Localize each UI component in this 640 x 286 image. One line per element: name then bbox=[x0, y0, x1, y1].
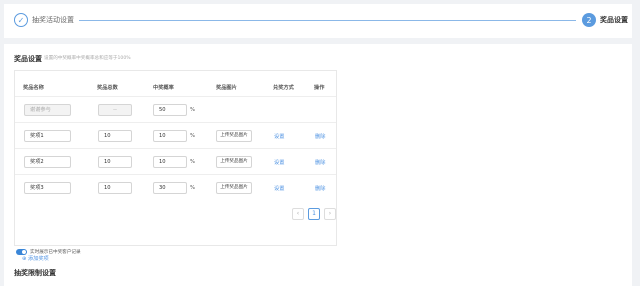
prize-total-input[interactable]: 10 bbox=[98, 182, 132, 194]
percent-label: % bbox=[190, 133, 195, 139]
percent-label: % bbox=[190, 185, 195, 191]
setting-link[interactable]: 设置 bbox=[274, 185, 284, 192]
main-panel: 奖品设置 设置的中奖概率中奖概率总和应等于100% 奖品名称 奖品总数 中奖概率… bbox=[4, 44, 632, 286]
prize-name-input[interactable]: 奖项1 bbox=[24, 130, 71, 142]
section-description: 设置的中奖概率中奖概率总和应等于100% bbox=[44, 56, 131, 61]
col-header-total: 奖品总数 bbox=[97, 85, 118, 91]
upload-image-button[interactable]: 上传奖品图片 bbox=[216, 182, 252, 194]
pagination-prev[interactable]: ‹ bbox=[292, 208, 304, 220]
probability-input[interactable]: 10 bbox=[153, 156, 187, 168]
step-2-number: 2 bbox=[582, 13, 596, 27]
check-icon: ✓ bbox=[14, 13, 28, 27]
prize-total-input[interactable]: -- bbox=[98, 104, 132, 116]
pagination-next[interactable]: › bbox=[324, 208, 336, 220]
table-row-default: 谢谢参与 -- 50 % bbox=[15, 96, 336, 122]
section-title: 奖品设置 bbox=[14, 55, 42, 63]
probability-input[interactable]: 10 bbox=[153, 130, 187, 142]
prize-total-input[interactable]: 10 bbox=[98, 156, 132, 168]
probability-input[interactable]: 50 bbox=[153, 104, 187, 116]
col-header-name: 奖品名称 bbox=[23, 85, 44, 91]
prize-name-input[interactable]: 谢谢参与 bbox=[24, 104, 71, 116]
toggle-label: 实时展示已中奖客户记录 bbox=[30, 250, 81, 255]
prize-name-input[interactable]: 奖项3 bbox=[24, 182, 71, 194]
setting-link[interactable]: 设置 bbox=[274, 133, 284, 140]
table-row: 奖项1 10 10 % 上传奖品图片 设置 删除 bbox=[15, 122, 336, 148]
limit-section-title: 抽奖限制设置 bbox=[14, 269, 56, 277]
steps-bar: ✓ 抽奖活动设置 2 奖品设置 bbox=[4, 4, 632, 38]
prize-total-input[interactable]: 10 bbox=[98, 130, 132, 142]
realtime-record-toggle[interactable] bbox=[16, 249, 27, 255]
upload-image-button[interactable]: 上传奖品图片 bbox=[216, 156, 252, 168]
setting-link[interactable]: 设置 bbox=[274, 159, 284, 166]
step-1-label: 抽奖活动设置 bbox=[32, 16, 74, 24]
delete-link[interactable]: 删除 bbox=[315, 159, 325, 166]
upload-image-button[interactable]: 上传奖品图片 bbox=[216, 130, 252, 142]
add-prize-link[interactable]: ⊕ 添加奖项 bbox=[22, 255, 49, 262]
table-row: 奖项2 10 10 % 上传奖品图片 设置 删除 bbox=[15, 148, 336, 174]
table-row: 奖项3 10 30 % 上传奖品图片 设置 删除 bbox=[15, 174, 336, 200]
step-connector bbox=[79, 19, 576, 21]
probability-input[interactable]: 30 bbox=[153, 182, 187, 194]
pagination-page[interactable]: 1 bbox=[308, 208, 320, 220]
prize-name-input[interactable]: 奖项2 bbox=[24, 156, 71, 168]
col-header-actions: 操作 bbox=[314, 85, 325, 91]
percent-label: % bbox=[190, 107, 195, 113]
col-header-probability: 中奖概率 bbox=[153, 85, 174, 91]
delete-link[interactable]: 删除 bbox=[315, 185, 325, 192]
percent-label: % bbox=[190, 159, 195, 165]
col-header-redeem: 兑奖方式 bbox=[273, 85, 294, 91]
prize-table: 奖品名称 奖品总数 中奖概率 奖品图片 兑奖方式 操作 谢谢参与 -- 50 %… bbox=[14, 70, 337, 262]
col-header-image: 奖品图片 bbox=[216, 85, 237, 91]
step-2-label: 奖品设置 bbox=[600, 16, 628, 24]
delete-link[interactable]: 删除 bbox=[315, 133, 325, 140]
